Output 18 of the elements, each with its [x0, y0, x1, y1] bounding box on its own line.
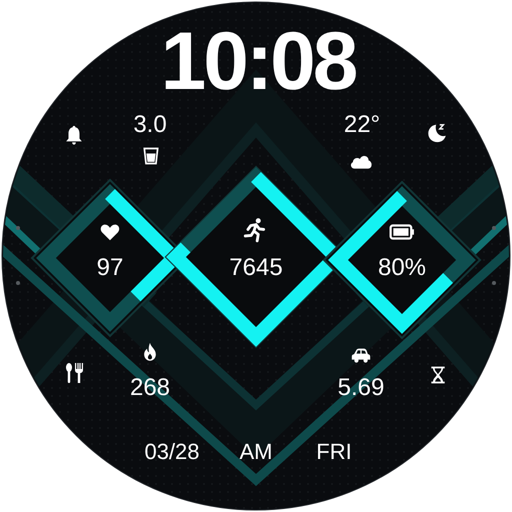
- stat-value: 268: [130, 376, 170, 400]
- stat-value: 3.0: [133, 113, 167, 137]
- stat-value: 5.69: [338, 376, 384, 400]
- glass-icon: [141, 146, 161, 166]
- side-dot: [16, 226, 20, 230]
- gauge-value: 97: [96, 256, 124, 280]
- side-dot: [492, 226, 496, 230]
- gauge-value: 7645: [229, 256, 283, 280]
- gauge-value: 80%: [378, 256, 426, 280]
- ampm-text: AM: [240, 441, 272, 463]
- date-text: 03/28: [144, 441, 200, 463]
- stat-value: 22°: [344, 113, 380, 137]
- side-dot: [492, 281, 496, 285]
- moon-icon: [426, 122, 448, 144]
- time-display: 10:08: [160, 21, 356, 103]
- runner-icon: [242, 217, 268, 243]
- weekday-text: FRI: [316, 441, 352, 463]
- side-dot: [16, 281, 20, 285]
